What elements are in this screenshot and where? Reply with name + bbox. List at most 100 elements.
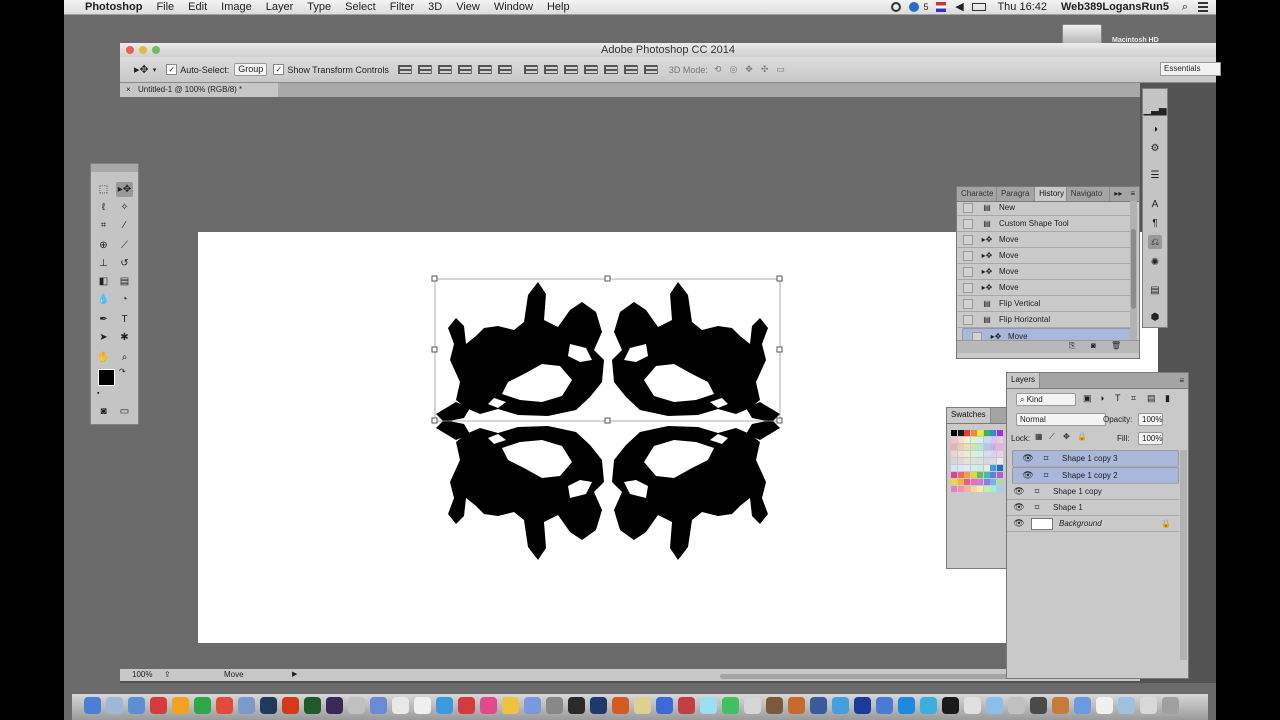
color-swatch[interactable] [977, 458, 983, 464]
gradient-tool-icon[interactable]: ▤ [116, 274, 133, 289]
layer-filter-dropdown[interactable]: ⌕ Kind [1016, 393, 1076, 406]
color-swatch[interactable] [970, 486, 977, 492]
color-swatch[interactable] [970, 472, 977, 478]
color-swatch[interactable] [983, 430, 990, 436]
document-tab[interactable]: × Untitled-1 @ 100% (RGB/8) * [120, 83, 278, 97]
color-swatch[interactable] [951, 437, 957, 443]
dock-app-icon[interactable] [700, 697, 717, 714]
color-swatch[interactable] [964, 465, 970, 471]
history-brush-source-toggle[interactable] [963, 202, 973, 213]
dock-app-icon[interactable] [1030, 697, 1047, 714]
color-swatch[interactable] [957, 444, 964, 450]
filter-smart-object-icon[interactable]: ▤ [1147, 393, 1156, 404]
color-swatch[interactable] [951, 479, 957, 485]
dock-app-icon[interactable] [260, 697, 277, 714]
color-swatch[interactable] [996, 472, 1003, 478]
hand-tool-icon[interactable]: ✋ [95, 350, 112, 365]
color-swatch[interactable] [957, 451, 964, 457]
histogram-icon[interactable]: ▁▃▅ [1143, 103, 1166, 117]
menu-filter[interactable]: Filter [383, 0, 421, 14]
swap-colors-icon[interactable]: ↷ [119, 367, 126, 376]
color-swatch[interactable] [983, 437, 990, 443]
color-swatch[interactable] [957, 458, 964, 464]
color-swatch[interactable] [964, 451, 970, 457]
dock-app-icon[interactable] [898, 697, 915, 714]
color-swatch[interactable] [996, 479, 1003, 485]
color-swatch[interactable] [957, 430, 964, 436]
layers-panel-menu-icon[interactable]: ≡ [1175, 373, 1188, 388]
lock-all-icon[interactable]: 🔒 [1077, 432, 1087, 441]
align-bottom-icon[interactable] [437, 65, 452, 74]
menu-help[interactable]: Help [540, 0, 577, 14]
history-brush-source-toggle[interactable] [963, 218, 973, 229]
auto-select-checkbox[interactable]: ✓ [166, 64, 178, 75]
opacity-field[interactable]: 100% [1138, 413, 1163, 426]
color-swatch[interactable] [983, 479, 990, 485]
color-swatch[interactable] [977, 451, 983, 457]
dock-app-icon[interactable] [744, 697, 761, 714]
filter-adjustment-icon[interactable]: ◑ [1099, 393, 1104, 403]
layer-row[interactable]: 👁 ⌗ Shape 1 [1007, 500, 1179, 516]
eyedropper-tool-icon[interactable]: ⁄ [116, 218, 133, 233]
color-swatch[interactable] [951, 465, 957, 471]
dock-app-icon[interactable] [84, 697, 101, 714]
dock-app-icon[interactable] [1008, 697, 1025, 714]
tools-panel-grip[interactable] [91, 164, 138, 172]
distribute-top-icon[interactable] [523, 65, 538, 74]
share-icon[interactable]: ⇪ [164, 669, 171, 681]
dock-app-icon[interactable] [1096, 697, 1113, 714]
color-swatch[interactable] [983, 444, 990, 450]
dock-app-icon[interactable] [546, 697, 563, 714]
color-swatch[interactable] [957, 486, 964, 492]
dock-app-icon[interactable] [282, 697, 299, 714]
menu-select[interactable]: Select [338, 0, 383, 14]
color-swatch[interactable] [951, 486, 957, 492]
color-swatch[interactable] [983, 458, 990, 464]
user-name[interactable]: Web389LogansRun5 [1054, 0, 1176, 14]
app-menu[interactable]: Photoshop [78, 0, 149, 14]
dock-app-icon[interactable] [964, 697, 981, 714]
history-brush-source-toggle[interactable] [963, 250, 973, 261]
status-arrow-icon[interactable]: ▶ [292, 669, 297, 681]
dock-app-icon[interactable] [1162, 697, 1179, 714]
color-swatch[interactable] [970, 465, 977, 471]
clock[interactable]: Thu 16:42 [990, 0, 1054, 14]
layers-scrollbar[interactable] [1180, 450, 1187, 660]
color-swatch[interactable] [957, 465, 964, 471]
roll-3d-icon[interactable]: ◎ [729, 64, 737, 75]
magic-wand-tool-icon[interactable]: ✧ [116, 200, 133, 215]
color-swatch[interactable] [970, 444, 977, 450]
history-state[interactable]: ▤ Flip Horizontal [957, 312, 1131, 328]
pen-tool-icon[interactable]: ✒ [95, 312, 112, 327]
color-swatch[interactable] [977, 437, 983, 443]
menu-image[interactable]: Image [214, 0, 259, 14]
color-swatch[interactable] [990, 458, 996, 464]
color-swatch[interactable] [964, 486, 970, 492]
dock-app-icon[interactable] [832, 697, 849, 714]
color-swatch[interactable] [957, 437, 964, 443]
properties-icon[interactable]: ☰ [1148, 168, 1162, 182]
color-swatch[interactable] [983, 465, 990, 471]
align-left-icon[interactable] [457, 65, 472, 74]
dock-app-icon[interactable] [634, 697, 651, 714]
dock-app-icon[interactable] [238, 697, 255, 714]
color-swatch[interactable] [977, 430, 983, 436]
navigator-icon[interactable]: ✺ [1148, 255, 1162, 269]
color-swatch[interactable] [957, 479, 964, 485]
dock-app-icon[interactable] [370, 697, 387, 714]
color-swatch[interactable] [977, 472, 983, 478]
dock-app-icon[interactable] [1074, 697, 1091, 714]
filter-shape-icon[interactable]: ⌗ [1131, 393, 1136, 404]
distribute-right-icon[interactable] [623, 65, 638, 74]
tab-close-icon[interactable]: × [126, 83, 131, 97]
blend-mode-dropdown[interactable]: Normal [1016, 413, 1106, 426]
visibility-eye-icon[interactable]: 👁 [1013, 502, 1025, 513]
lock-position-icon[interactable]: ✥ [1063, 432, 1070, 441]
color-swatch[interactable] [964, 444, 970, 450]
color-swatch[interactable] [970, 458, 977, 464]
tab-paragraph[interactable]: Paragra [997, 187, 1036, 201]
tab-navigator[interactable]: Navigato [1067, 187, 1111, 201]
menu-type[interactable]: Type [300, 0, 338, 14]
color-swatch[interactable] [964, 437, 970, 443]
color-swatch[interactable] [951, 444, 957, 450]
